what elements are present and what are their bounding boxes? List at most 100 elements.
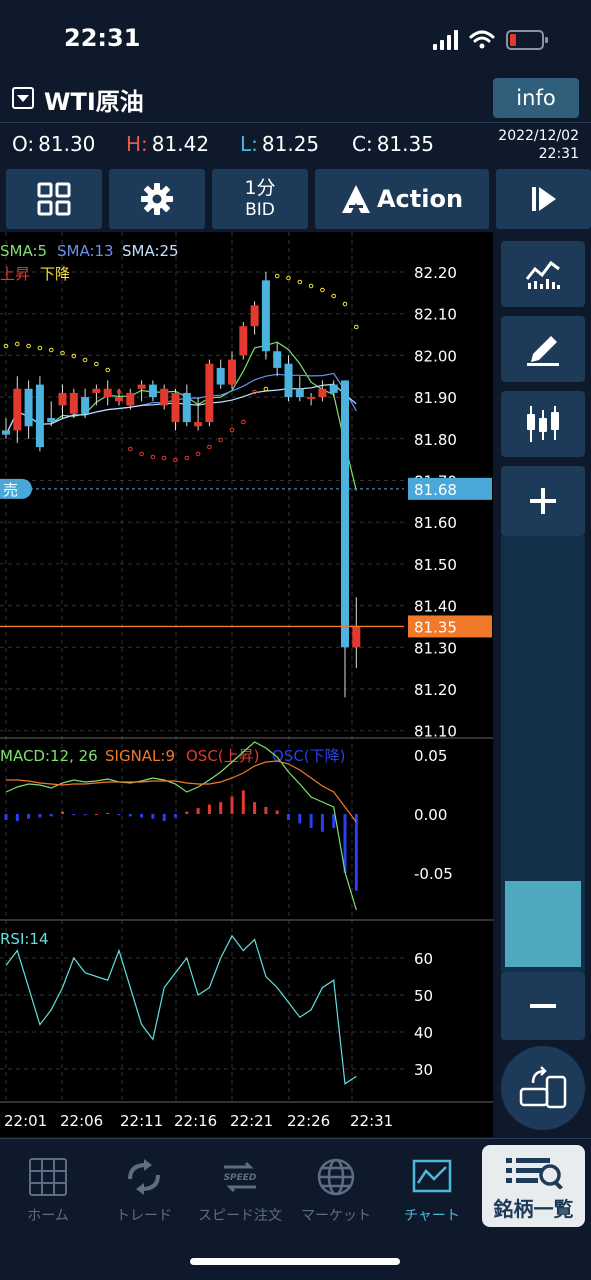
globe-icon (317, 1158, 355, 1196)
close-key: C: (352, 132, 373, 156)
macd-hist-bar (253, 802, 257, 814)
nav-speed-order[interactable]: SPEED スピード注文 (192, 1139, 288, 1233)
price-tick-label: 82.10 (414, 306, 457, 324)
ohlc-low: L: 81.25 (240, 132, 319, 156)
sar-dot (150, 454, 156, 460)
zoom-out-button[interactable] (501, 972, 585, 1040)
info-button[interactable]: info (493, 78, 579, 118)
sar-dot (37, 345, 43, 351)
legend-up: 上昇 (0, 265, 30, 283)
status-time: 22:31 (64, 24, 141, 52)
macd-hist-bar (83, 814, 87, 816)
nav-symbol-list-label: 銘柄一覧 (493, 1197, 574, 1221)
price-type-label: BID (245, 200, 275, 220)
macd-hist-bar (162, 814, 166, 822)
ohlc-close: C: 81.35 (352, 132, 434, 156)
macd-hist-bar (309, 814, 313, 829)
settings-button[interactable] (109, 169, 205, 229)
price-axis-svg: 82.2082.1082.0081.9081.8081.7081.6081.50… (404, 264, 493, 1103)
sar-dot (308, 283, 314, 289)
macd-hist-bar (61, 811, 64, 814)
sar-dot (286, 275, 291, 281)
svg-text:SPEED: SPEED (224, 1173, 257, 1183)
time-tick-label: 22:01 (4, 1112, 47, 1130)
layout-grid-button[interactable] (6, 169, 102, 229)
legend-rsi: RSI:14 (0, 930, 49, 948)
ohlc-datetime: 2022/12/02 22:31 (498, 127, 579, 163)
candle-body (35, 384, 44, 448)
action-button[interactable]: Action (315, 169, 489, 229)
action-label: Action (376, 185, 464, 213)
candle-body (239, 326, 248, 356)
candle-body (295, 388, 304, 398)
bottom-nav: ホーム トレード SPEED スピード注文 マーケット チャート 銘柄一覧 (0, 1138, 591, 1232)
nav-symbol-list[interactable]: 銘柄一覧 (482, 1145, 585, 1227)
sar-dot (14, 341, 20, 347)
sar-dot (331, 293, 337, 299)
close-value: 81.35 (376, 132, 434, 156)
macd-hist-bar (185, 811, 189, 814)
price-tick-label: 82.20 (414, 264, 457, 282)
macd-hist-bar (320, 814, 324, 832)
macd-hist-bar (128, 814, 132, 817)
play-forward-button[interactable] (496, 169, 591, 229)
legend-sma25: SMA:25 (122, 242, 179, 260)
sar-dot (342, 301, 348, 307)
symbol-name[interactable]: WTI原油 (44, 82, 144, 117)
sar-dot (274, 273, 280, 279)
sar-dot (184, 455, 190, 461)
sar-dot (354, 324, 359, 330)
macd-hist-bar (117, 814, 121, 816)
rsi-tick-label: 50 (414, 987, 433, 1005)
sar-dot (229, 427, 235, 433)
nav-market-label: マーケット (301, 1208, 371, 1224)
price-tick-label: 81.60 (414, 514, 457, 532)
candle-body (182, 392, 191, 423)
symbol-dropdown-icon[interactable] (12, 87, 34, 109)
sar-dot (26, 343, 31, 349)
drawing-tool-button[interactable] (501, 316, 585, 382)
candle-body (318, 388, 327, 398)
sar-dot (82, 357, 88, 363)
chart-toolbar: 1分 BID Action (0, 169, 591, 229)
indicator-button[interactable] (501, 391, 585, 457)
macd-hist-bar (4, 814, 8, 820)
nav-speed-order-label: スピード注文 (198, 1208, 282, 1224)
macd-hist-bar (298, 814, 302, 824)
nav-trade[interactable]: トレード (96, 1139, 192, 1233)
candle-body (329, 384, 338, 393)
interval-button[interactable]: 1分 BID (212, 169, 308, 229)
gear-icon (141, 183, 173, 215)
nav-market[interactable]: マーケット (288, 1139, 384, 1233)
pencil-icon (527, 336, 559, 366)
macd-hist-bar (151, 814, 155, 819)
macd-hist-bar (174, 814, 177, 818)
macd-hist-bar (94, 814, 98, 815)
candle-body (250, 305, 259, 327)
macd-hist-bar (106, 812, 110, 814)
speed-order-icon: SPEED (224, 1161, 257, 1193)
high-key: H: (126, 132, 148, 156)
nav-home[interactable]: ホーム (0, 1139, 96, 1233)
sar-dot (139, 451, 144, 457)
chart-nav-icon (412, 1159, 452, 1193)
zoom-in-button[interactable] (501, 466, 585, 536)
chart-area[interactable]: SMA:5 SMA:13 SMA:25 上昇 下降売 MACD:12, 26 SIGNAL:… (0, 232, 404, 1137)
time-tick-label: 22:26 (287, 1112, 330, 1130)
nav-chart[interactable]: チャート (384, 1139, 480, 1233)
time-tick-label: 22:06 (60, 1112, 103, 1130)
macd-hist-bar (15, 814, 19, 822)
minus-icon (530, 1004, 556, 1008)
zoom-slider-track[interactable] (501, 536, 585, 972)
candle-body (81, 397, 90, 414)
candle-body (273, 351, 282, 368)
sell-badge-label: 売 (3, 481, 18, 499)
sma-5-line (5, 341, 357, 491)
candle-body (352, 626, 361, 648)
ohlc-bar: O: 81.30 H: 81.42 L: 81.25 C: 81.35 2022/12/… (0, 122, 591, 166)
chart-type-button[interactable] (501, 241, 585, 307)
rotate-screen-button[interactable] (501, 1046, 585, 1130)
zoom-slider-thumb[interactable] (505, 881, 581, 967)
candle-body (58, 392, 67, 406)
macd-tick-label: 0.00 (414, 806, 447, 824)
